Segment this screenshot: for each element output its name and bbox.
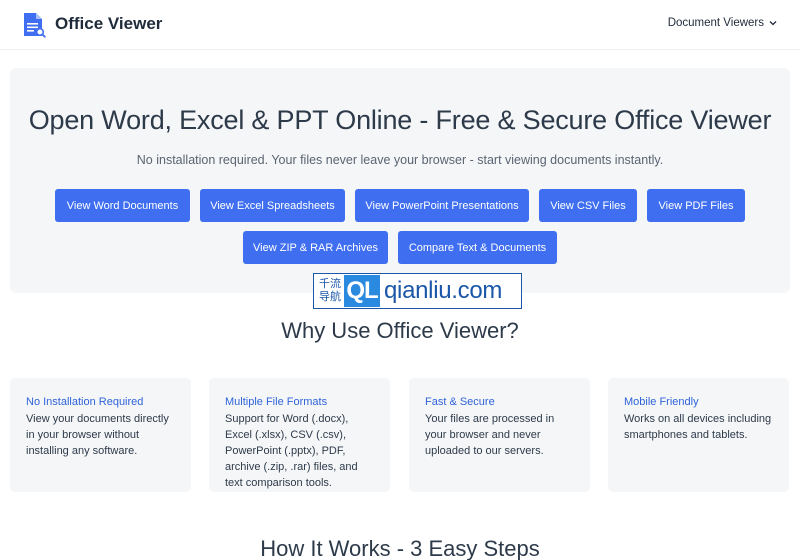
brand-name[interactable]: Office Viewer bbox=[55, 14, 162, 34]
chevron-down-icon bbox=[769, 21, 777, 26]
view-word-button[interactable]: View Word Documents bbox=[55, 189, 190, 222]
view-powerpoint-button[interactable]: View PowerPoint Presentations bbox=[355, 189, 529, 222]
feature-title: Mobile Friendly bbox=[624, 396, 699, 408]
why-section-title: Why Use Office Viewer? bbox=[281, 318, 519, 343]
document-search-icon[interactable] bbox=[22, 12, 46, 38]
qianliu-watermark: 千流 导航 QL qianliu.com bbox=[313, 273, 522, 309]
feature-title: Fast & Secure bbox=[425, 396, 495, 408]
how-section-title: How It Works - 3 Easy Steps bbox=[260, 536, 540, 560]
document-viewers-dropdown[interactable]: Document Viewers bbox=[668, 17, 778, 29]
feature-title: Multiple File Formats bbox=[225, 396, 328, 408]
feature-title: No Installation Required bbox=[26, 396, 144, 408]
hero-subtitle: No installation required. Your files nev… bbox=[136, 153, 664, 167]
feature-text: View your documents directly in your bro… bbox=[26, 413, 169, 457]
watermark-site: qianliu.com bbox=[384, 277, 503, 304]
hero-section: Open Word, Excel & PPT Online - Free & S… bbox=[10, 68, 790, 293]
hero-title: Open Word, Excel & PPT Online - Free & S… bbox=[28, 105, 772, 135]
site-header: Office Viewer Document Viewers bbox=[0, 0, 800, 50]
feature-card-secure: Fast & Secure Your files are processed i… bbox=[409, 378, 590, 492]
view-excel-button[interactable]: View Excel Spreadsheets bbox=[200, 189, 345, 222]
compare-text-button[interactable]: Compare Text & Documents bbox=[398, 231, 557, 264]
feature-card-no-install: No Installation Required View your docum… bbox=[10, 378, 191, 492]
view-archives-button[interactable]: View ZIP & RAR Archives bbox=[243, 231, 388, 264]
feature-card-formats: Multiple File Formats Support for Word (… bbox=[209, 378, 390, 492]
view-csv-button[interactable]: View CSV Files bbox=[539, 189, 637, 222]
feature-card-mobile: Mobile Friendly Works on all devices inc… bbox=[608, 378, 789, 492]
watermark-chinese-text: 千流 导航 bbox=[319, 278, 341, 303]
dropdown-label: Document Viewers bbox=[667, 17, 764, 29]
feature-text: Works on all devices including smartphon… bbox=[624, 413, 772, 441]
feature-text: Support for Word (.docx), Excel (.xlsx),… bbox=[225, 413, 358, 489]
watermark-badge: QL bbox=[344, 275, 380, 307]
view-pdf-button[interactable]: View PDF Files bbox=[647, 189, 745, 222]
feature-text: Your files are processed in your browser… bbox=[425, 413, 555, 457]
